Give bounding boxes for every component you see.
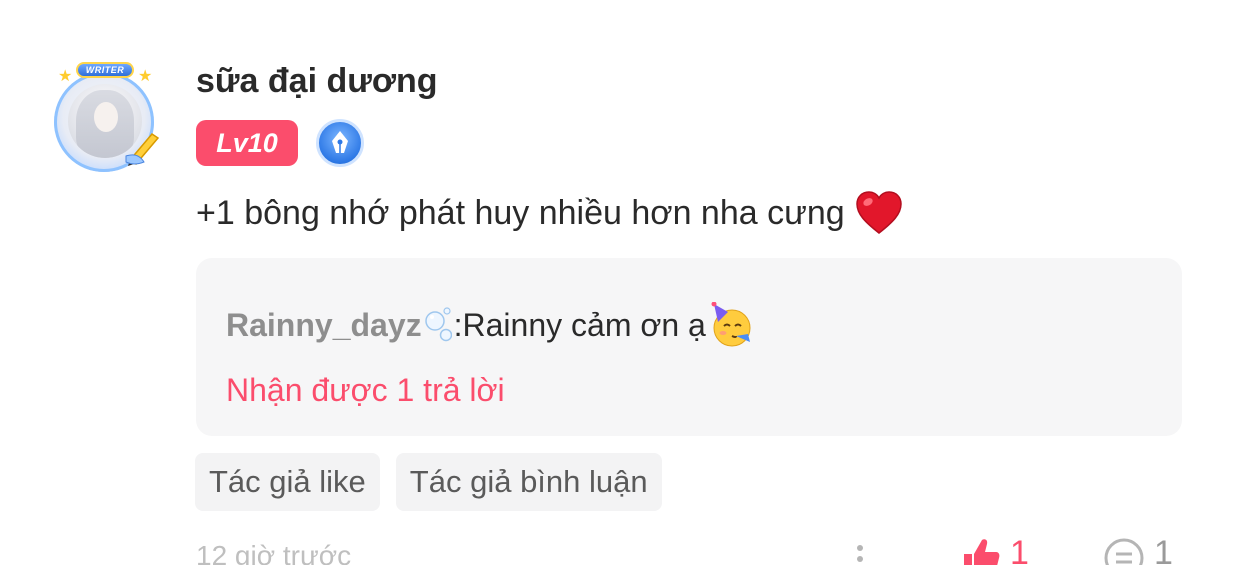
comment-bubble-icon[interactable] <box>1102 536 1146 565</box>
tag-author-like: Tác giả like <box>195 453 380 511</box>
comment-footer: 12 giờ trước 1 1 <box>0 534 1242 565</box>
view-replies-link[interactable]: Nhận được 1 trả lời <box>226 372 505 409</box>
comment-text-body: +1 bông nhớ phát huy nhiều hơn nha cưng <box>196 193 845 232</box>
reply-preview-line: Rainny_dayz : Rainny cảm ơn ạ <box>226 302 754 348</box>
comment-text: +1 bông nhớ phát huy nhiều hơn nha cưng <box>196 190 903 236</box>
like-count: 1 <box>1010 534 1029 565</box>
red-heart-emoji-icon <box>855 191 902 234</box>
vertical-dots-icon[interactable] <box>852 542 868 565</box>
tag-author-comment: Tác giả bình luận <box>395 453 662 511</box>
star-icon: ★ <box>58 68 73 85</box>
author-tags: Tác giả like Tác giả bình luận <box>195 453 662 511</box>
bubbles-emoji-icon <box>424 307 452 342</box>
reply-author[interactable]: Rainny_dayz <box>226 307 422 344</box>
avatar[interactable]: ★ ★ WRITER <box>46 62 164 172</box>
level-badge[interactable]: Lv10 <box>196 120 298 166</box>
pen-nib-badge-icon[interactable] <box>316 119 364 167</box>
partying-face-emoji-icon <box>711 302 751 347</box>
timestamp: 12 giờ trước <box>196 540 352 565</box>
username[interactable]: sữa đại dương <box>196 62 438 101</box>
thumbs-up-icon[interactable] <box>960 536 1000 565</box>
comment-item: ★ ★ WRITER sữa đại dương Lv10 +1 bông nh… <box>0 0 1242 565</box>
star-icon: ★ <box>138 68 153 85</box>
reply-preview-box[interactable]: Rainny_dayz : Rainny cảm ơn ạ Nhận được … <box>196 258 1182 436</box>
reply-text: Rainny cảm ơn ạ <box>462 306 706 343</box>
user-badges: Lv10 <box>196 119 364 167</box>
reply-count: 1 <box>1154 534 1173 565</box>
quill-pen-icon <box>125 133 160 166</box>
writer-frame-tag: WRITER <box>76 62 134 78</box>
reply-separator: : <box>453 306 463 343</box>
